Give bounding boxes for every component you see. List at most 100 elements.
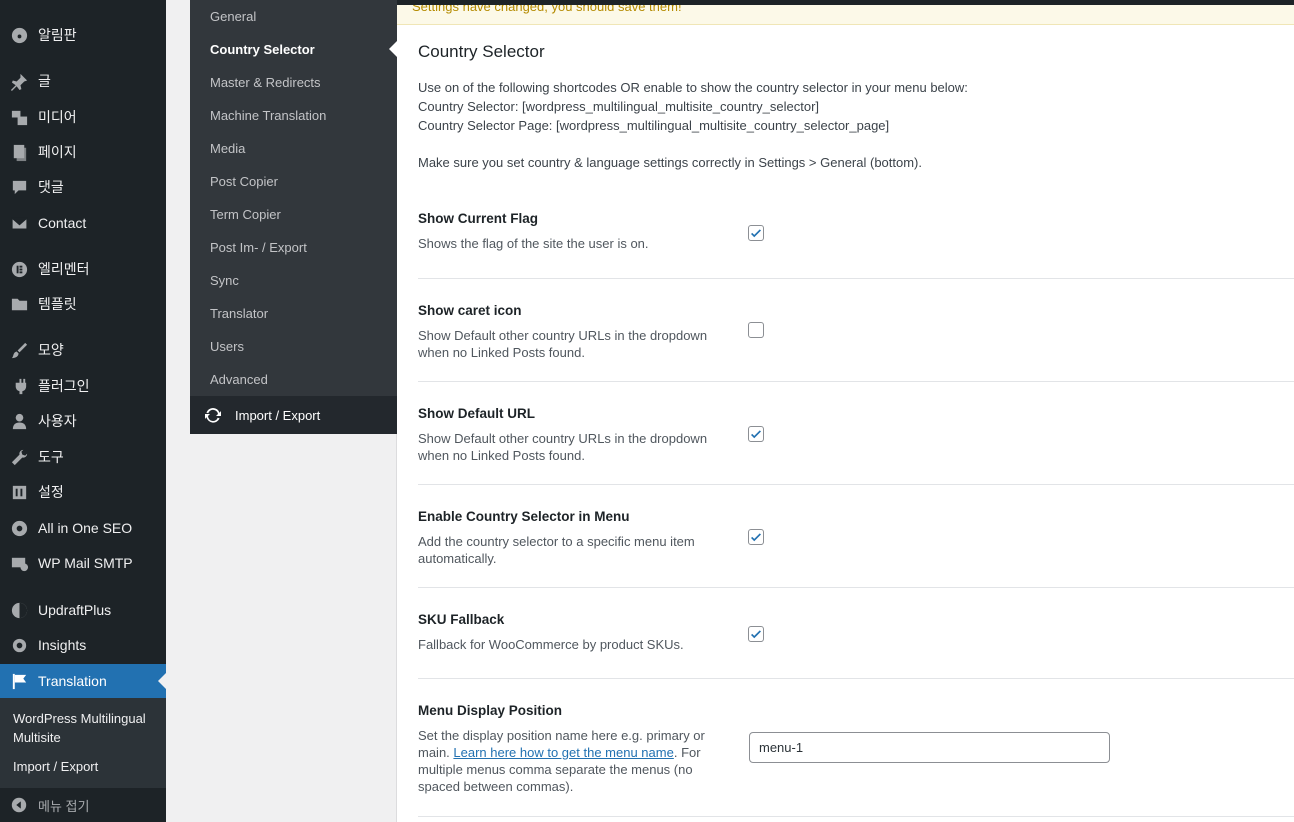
nav-country-selector[interactable]: Country Selector [210,42,315,57]
menu-item-posts[interactable]: 글 [0,64,166,98]
page-title: Country Selector [418,42,545,61]
menu-item-plugins[interactable]: 플러그인 [0,369,166,403]
submenu-multisite[interactable]: WordPress Multilingual Multisite [13,709,158,747]
nav-post-im-export[interactable]: Post Im- / Export [210,240,307,255]
nav-master-redirects[interactable]: Master & Redirects [210,75,321,90]
collapse-menu-button[interactable]: 메뉴 접기 [0,788,166,822]
plug-icon [0,377,38,396]
option-desc: Show Default other country URLs in the d… [418,431,708,463]
menu-label: 플러그인 [38,378,90,394]
elementor-icon [0,260,38,279]
menu-label: 템플릿 [38,296,77,312]
menu-label: 모양 [38,342,64,358]
menu-label: 알림판 [38,27,77,43]
folder-icon [0,295,38,314]
menu-item-media[interactable]: 미디어 [0,100,166,134]
nav-term-copier[interactable]: Term Copier [210,207,281,222]
menu-item-elementor[interactable]: 엘리멘터 [0,252,166,286]
mail-smtp-icon [0,554,38,573]
page-icon [0,143,38,162]
menu-item-aioseo[interactable]: All in One SEO [0,511,166,545]
show-default-url-checkbox[interactable] [748,426,764,442]
show-current-flag-checkbox[interactable] [748,225,764,241]
menu-label: 엘리멘터 [38,261,90,277]
option-label: Enable Country Selector in Menu [418,509,630,524]
menu-item-comments[interactable]: 댓글 [0,170,166,204]
learn-menu-name-link[interactable]: Learn here how to get the menu name [453,745,673,760]
menu-position-label: Menu Display Position [418,703,563,718]
sku-fallback-checkbox[interactable] [748,626,764,642]
intro-shortcode-page: Country Selector Page: [wordpress_multil… [418,118,890,133]
nav-import-export[interactable]: Import / Export [190,396,397,434]
nav-translator[interactable]: Translator [210,306,268,321]
divider [418,816,1294,817]
settings-panel: Settings have changed, you should save t… [397,0,1294,822]
refresh-icon [190,405,235,425]
menu-position-input[interactable] [749,732,1110,763]
menu-item-updraftplus[interactable]: UpdraftPlus [0,593,166,627]
intro-line: Use on of the following shortcodes OR en… [418,80,968,95]
nav-post-copier[interactable]: Post Copier [210,174,278,189]
nav-media[interactable]: Media [210,141,245,156]
nav-empty-area [190,434,397,822]
translation-submenu: WordPress Multilingual Multisite Import … [0,698,166,788]
option-label: SKU Fallback [418,612,505,627]
user-icon [0,412,38,431]
pin-icon [0,72,38,91]
option-desc: Show Default other country URLs in the d… [418,328,708,360]
option-desc: Add the country selector to a specific m… [418,534,695,566]
checkmark-icon [751,533,761,542]
nav-advanced[interactable]: Advanced [210,372,268,387]
menu-label: Translation [38,673,107,689]
show-caret-icon-checkbox[interactable] [748,322,764,338]
menu-item-contact[interactable]: Contact [0,206,166,240]
menu-label: 글 [38,73,51,89]
flag-icon [0,672,38,691]
menu-label: 미디어 [38,109,77,125]
menu-item-settings[interactable]: 설정 [0,475,166,509]
wrench-icon [0,448,38,467]
menu-label: 사용자 [38,413,77,429]
brush-icon [0,341,38,360]
menu-item-appearance[interactable]: 모양 [0,333,166,367]
menu-label: 설정 [38,484,64,500]
nav-footer-label: Import / Export [235,407,321,423]
nav-general[interactable]: General [210,9,256,24]
menu-label: All in One SEO [38,520,133,536]
option-desc: Shows the flag of the site the user is o… [418,236,649,251]
submenu-import-export[interactable]: Import / Export [13,757,158,776]
enable-country-selector-in-menu-checkbox[interactable] [748,529,764,545]
nav-machine-translation[interactable]: Machine Translation [210,108,326,123]
nav-users[interactable]: Users [210,339,244,354]
admin-sidebar: 알림판 글 미디어 페이지 댓글 Contact 엘리멘터 템플릿 모양 플러그… [0,0,166,822]
menu-item-users[interactable]: 사용자 [0,404,166,438]
intro-shortcode: Country Selector: [wordpress_multilingua… [418,99,820,114]
divider [418,278,1294,279]
option-label: Show Default URL [418,406,535,421]
menu-position-desc: Set the display position name here e.g. … [418,727,723,795]
checkmark-icon [751,229,761,238]
menu-label: WP Mail SMTP [38,555,133,571]
checkmark-icon [751,430,761,439]
checkmark-icon [751,630,761,639]
menu-label: 페이지 [38,144,77,160]
divider [418,381,1294,382]
aioseo-icon [0,519,38,538]
menu-item-wp-mail-smtp[interactable]: WP Mail SMTP [0,546,166,580]
save-notice: Settings have changed, you should save t… [397,5,1294,25]
divider [418,587,1294,588]
menu-item-templates[interactable]: 템플릿 [0,287,166,321]
menu-label: 도구 [38,449,64,465]
menu-item-pages[interactable]: 페이지 [0,135,166,169]
menu-item-dashboard[interactable]: 알림판 [0,18,166,52]
menu-item-insights[interactable]: Insights [0,628,166,662]
collapse-label: 메뉴 접기 [38,798,90,814]
menu-label: Insights [38,637,87,653]
settings-icon [0,483,38,502]
nav-sync[interactable]: Sync [210,273,239,288]
dashboard-icon [0,26,38,45]
menu-item-tools[interactable]: 도구 [0,440,166,474]
divider [418,678,1294,679]
menu-item-translation[interactable]: Translation [0,664,166,698]
intro-note: Make sure you set country & language set… [418,155,922,170]
